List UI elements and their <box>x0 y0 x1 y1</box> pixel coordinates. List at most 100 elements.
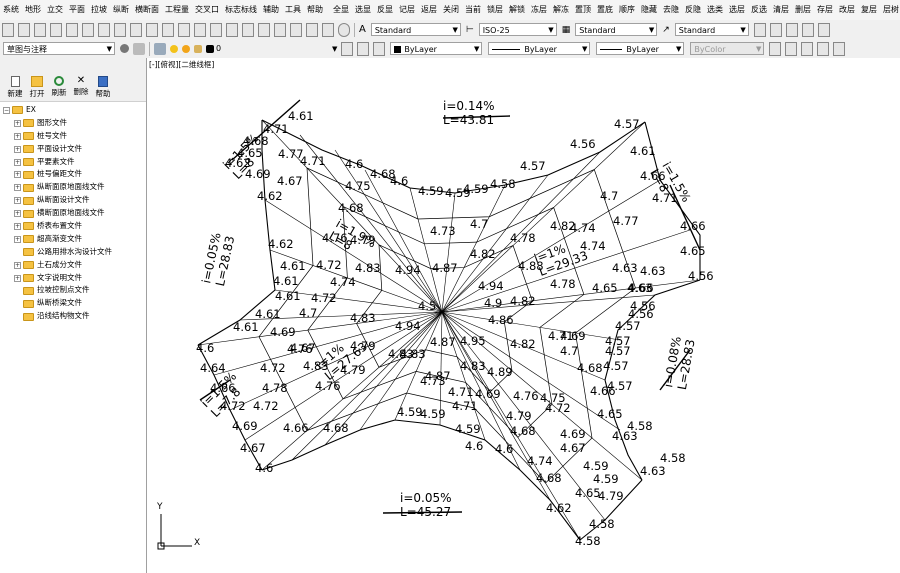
menu-item[interactable]: 地形 <box>22 0 44 20</box>
help-icon[interactable] <box>338 22 350 37</box>
dim-radius-icon[interactable] <box>817 22 830 37</box>
help-button[interactable]: 帮助 <box>92 76 114 101</box>
tree-item[interactable]: 公路用排水沟设计文件 <box>0 246 146 259</box>
menu-item[interactable]: 辅助 <box>260 0 282 20</box>
table-style-select[interactable]: Standard ▼ <box>575 23 658 36</box>
markup-icon[interactable] <box>306 22 318 37</box>
menu-item[interactable]: 平面 <box>66 0 88 20</box>
lightbulb-icon[interactable] <box>170 44 178 53</box>
layer-command-item[interactable]: 冻层 <box>528 0 550 20</box>
paste-icon[interactable] <box>114 22 126 37</box>
menu-item[interactable]: 立交 <box>44 0 66 20</box>
layer-command-item[interactable]: 删层 <box>792 0 814 20</box>
tree-item[interactable]: + 横断面原地面线文件 <box>0 207 146 220</box>
tree-item[interactable]: + 平要素文件 <box>0 156 146 169</box>
lineweight-select[interactable]: ByLayer ▼ <box>596 42 685 55</box>
new-file-icon[interactable] <box>2 22 14 37</box>
menu-item[interactable]: 工具 <box>282 0 304 20</box>
multileader-style-select[interactable]: Standard ▼ <box>674 23 749 36</box>
dim-arc-icon[interactable] <box>785 22 798 37</box>
layer-previous-icon[interactable] <box>357 41 370 56</box>
layer-command-item[interactable]: 置底 <box>594 0 616 20</box>
expand-icon[interactable]: + <box>14 184 21 192</box>
match-properties-icon[interactable] <box>130 22 142 37</box>
delete-button[interactable]: ✕ 删除 <box>70 76 92 101</box>
sheet-set-icon[interactable] <box>290 22 302 37</box>
dim-aligned-icon[interactable] <box>769 22 782 37</box>
layer-state-icon[interactable] <box>373 41 386 56</box>
plot-preview-icon[interactable] <box>66 22 78 37</box>
text-style-select[interactable]: Standard ▼ <box>370 23 461 36</box>
layer-command-item[interactable]: 复层 <box>858 0 880 20</box>
layer-command-item[interactable]: 存层 <box>814 0 836 20</box>
properties-icon[interactable] <box>242 22 254 37</box>
layer-command-item[interactable]: 反选 <box>748 0 770 20</box>
chevron-down-icon[interactable]: ▼ <box>332 45 337 53</box>
tree-root[interactable]: − EX <box>0 104 146 117</box>
arc-icon[interactable] <box>801 41 814 56</box>
calculator-icon[interactable] <box>322 22 334 37</box>
layer-command-item[interactable]: 顺序 <box>616 0 638 20</box>
dim-style-select[interactable]: ISO-25 ▼ <box>478 23 557 36</box>
line-icon[interactable] <box>769 41 782 56</box>
dim-linear-icon[interactable] <box>753 22 766 37</box>
layer-command-item[interactable]: 选类 <box>704 0 726 20</box>
menu-item[interactable]: 横断面 <box>132 0 162 20</box>
layer-command-item[interactable]: 反隐 <box>682 0 704 20</box>
expand-icon[interactable]: + <box>14 145 21 153</box>
spline-icon[interactable] <box>817 41 830 56</box>
expand-icon[interactable]: + <box>14 132 21 140</box>
layer-command-item[interactable]: 置顶 <box>572 0 594 20</box>
layer-command-item[interactable]: 层树 <box>880 0 900 20</box>
tree-item[interactable]: + 土石成分文件 <box>0 259 146 272</box>
color-select[interactable]: ByLayer ▼ <box>390 42 483 55</box>
zoom-previous-icon[interactable] <box>226 22 238 37</box>
offset-icon[interactable] <box>833 41 846 56</box>
expand-icon[interactable]: + <box>14 261 21 269</box>
layer-command-item[interactable]: 解锁 <box>506 0 528 20</box>
layer-command-item[interactable]: 隐藏 <box>638 0 660 20</box>
polyline-icon[interactable] <box>785 41 798 56</box>
menu-item[interactable]: 标志标线 <box>222 0 260 20</box>
copy-icon[interactable] <box>98 22 110 37</box>
design-center-icon[interactable] <box>258 22 270 37</box>
tree-item[interactable]: + 桩号文件 <box>0 130 146 143</box>
layer-command-item[interactable]: 去隐 <box>660 0 682 20</box>
zoom-window-icon[interactable] <box>210 22 222 37</box>
expand-icon[interactable]: + <box>14 158 21 166</box>
layer-command-item[interactable]: 返层 <box>418 0 440 20</box>
tree-item[interactable]: 拉坡控制点文件 <box>0 284 146 297</box>
layer-command-item[interactable]: 反显 <box>374 0 396 20</box>
layer-command-item[interactable]: 全显 <box>330 0 352 20</box>
menu-item[interactable]: 交叉口 <box>192 0 222 20</box>
tree-item[interactable]: + 桩号偏距文件 <box>0 168 146 181</box>
tree-item[interactable]: + 平面设计文件 <box>0 143 146 156</box>
layer-properties-icon[interactable] <box>154 42 166 55</box>
sun-icon[interactable] <box>182 44 190 53</box>
cut-icon[interactable] <box>82 22 94 37</box>
lock-icon[interactable] <box>194 44 202 53</box>
tree-item[interactable]: + 超高渐变文件 <box>0 233 146 246</box>
tree-item[interactable]: 沿线结构物文件 <box>0 310 146 323</box>
zoom-icon[interactable] <box>194 22 206 37</box>
menu-item[interactable]: 帮助 <box>304 0 326 20</box>
menu-item[interactable]: 纵断 <box>110 0 132 20</box>
dim-ordinate-icon[interactable] <box>801 22 814 37</box>
layer-command-item[interactable]: 选层 <box>726 0 748 20</box>
tree-item[interactable]: 纵断桥梁文件 <box>0 297 146 310</box>
layer-command-item[interactable]: 关闭 <box>440 0 462 20</box>
expand-icon[interactable]: + <box>14 235 21 243</box>
tree-item[interactable]: + 纵断面设计文件 <box>0 194 146 207</box>
layer-command-item[interactable]: 选显 <box>352 0 374 20</box>
open-file-icon[interactable] <box>18 22 30 37</box>
workspace-settings-icon[interactable] <box>133 42 145 55</box>
menu-item[interactable]: 系统 <box>0 0 22 20</box>
menu-item[interactable]: 拉坡 <box>88 0 110 20</box>
expand-icon[interactable]: + <box>14 210 21 218</box>
refresh-button[interactable]: 刷新 <box>48 76 70 101</box>
redo-icon[interactable] <box>162 22 174 37</box>
print-icon[interactable] <box>50 22 62 37</box>
tree-item[interactable]: + 桥表布置文件 <box>0 220 146 233</box>
collapse-icon[interactable]: − <box>3 106 10 114</box>
expand-icon[interactable]: + <box>14 222 21 230</box>
